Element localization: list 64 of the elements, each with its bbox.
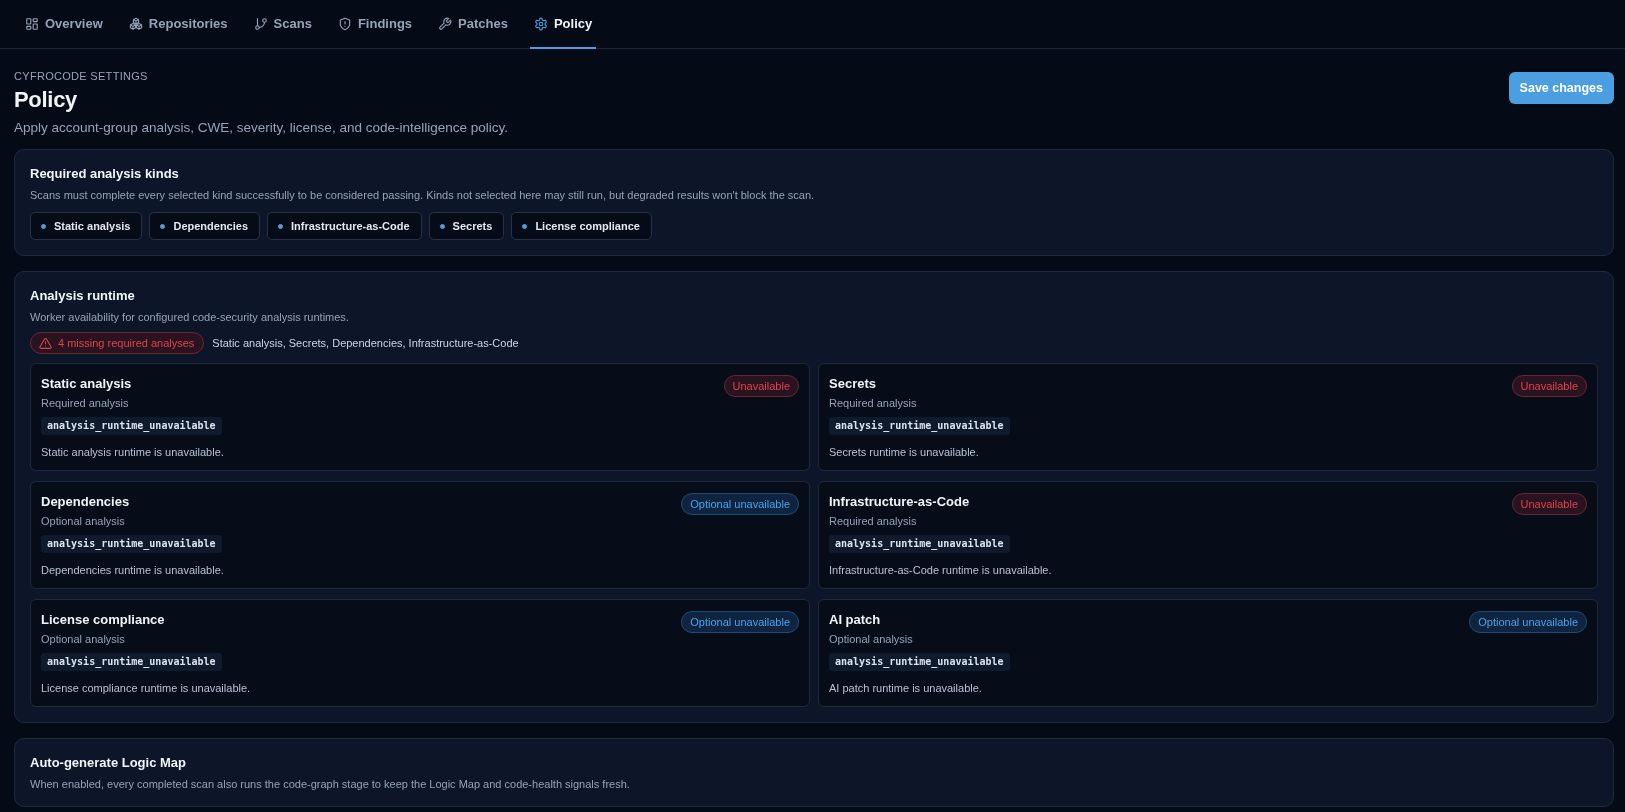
nav-tab[interactable]: Repositories bbox=[124, 0, 232, 49]
analysis-kind-chip[interactable]: Static analysis bbox=[30, 212, 143, 240]
card-description: When enabled, every completed scan also runs the code-graph stage to keep the Logic Map and code-health signals fresh. bbox=[30, 777, 631, 791]
branch-icon bbox=[253, 16, 268, 31]
status-badge: Unavailable bbox=[1511, 375, 1587, 397]
analysis-kind-chip[interactable]: License compliance bbox=[511, 212, 652, 240]
error-code: analysis_runtime_unavailable bbox=[829, 653, 1010, 671]
runtime-message: Static analysis runtime is unavailable. bbox=[41, 445, 225, 460]
error-code: analysis_runtime_unavailable bbox=[41, 653, 222, 671]
nav-tab[interactable]: Patches bbox=[434, 0, 512, 49]
runtime-message: Infrastructure-as-Code runtime is unavailable. bbox=[829, 563, 1053, 578]
status-badge: Unavailable bbox=[1511, 493, 1587, 515]
runtime-requirement: Optional analysis bbox=[41, 632, 126, 647]
analysis-kind-chip[interactable]: Secrets bbox=[428, 212, 505, 240]
warning-triangle-icon bbox=[39, 336, 52, 350]
error-code: analysis_runtime_unavailable bbox=[829, 535, 1010, 553]
dashboard-grid-icon bbox=[25, 16, 39, 31]
card-description: Scans must complete every selected kind successfully to be considered passing. Kinds not selected here may still run, but degraded results won't block the scan. bbox=[30, 188, 816, 202]
runtime-message: Secrets runtime is unavailable. bbox=[829, 445, 980, 460]
error-code: analysis_runtime_unavailable bbox=[41, 535, 222, 553]
card-description: Worker availability for configured code-security analysis runtimes. bbox=[30, 310, 350, 324]
page-subtitle: Apply account-group analysis, CWE, severity, license, and code-intelligence policy. bbox=[14, 120, 508, 135]
cubes-icon bbox=[128, 16, 143, 31]
dot-icon bbox=[41, 223, 46, 229]
nav-tab[interactable]: Policy bbox=[529, 0, 597, 49]
status-badge: Optional unavailable bbox=[681, 493, 799, 515]
nav-tab[interactable]: Findings bbox=[333, 0, 417, 49]
runtime-requirement: Required analysis bbox=[41, 396, 130, 411]
runtime-requirement: Optional analysis bbox=[829, 632, 913, 647]
dot-icon bbox=[278, 223, 284, 229]
shield-alert-icon bbox=[337, 16, 352, 31]
gear-icon bbox=[533, 16, 548, 31]
runtime-name: Secrets bbox=[829, 376, 877, 392]
runtime-name: License compliance bbox=[41, 612, 165, 628]
status-badge: Optional unavailable bbox=[681, 611, 799, 633]
analysis-kind-chip[interactable]: Infrastructure-as-Code bbox=[267, 212, 422, 240]
card-title: Auto-generate Logic Map bbox=[30, 755, 187, 771]
runtime-name: AI patch bbox=[829, 612, 882, 628]
nav-tab[interactable]: Scans bbox=[249, 0, 316, 49]
runtime-requirement: Required analysis bbox=[829, 514, 918, 529]
card-title: Analysis runtime bbox=[30, 288, 136, 304]
runtime-name: Infrastructure-as-Code bbox=[829, 494, 970, 510]
error-code: analysis_runtime_unavailable bbox=[41, 417, 222, 435]
runtime-name: Dependencies bbox=[41, 494, 130, 510]
dot-icon bbox=[522, 223, 528, 229]
page-eyebrow: CYFROCODE SETTINGS bbox=[14, 70, 149, 82]
card-title: Required analysis kinds bbox=[30, 166, 180, 182]
error-code: analysis_runtime_unavailable bbox=[829, 417, 1010, 435]
status-badge: Unavailable bbox=[723, 375, 799, 397]
dot-icon bbox=[160, 223, 166, 229]
runtime-requirement: Optional analysis bbox=[41, 514, 126, 529]
missing-analyses-label: 4 missing required analyses bbox=[58, 337, 195, 349]
missing-analyses-list: Static analysis, Secrets, Dependencies, Infrastructure-as-Code bbox=[212, 337, 519, 349]
nav-tab[interactable]: Overview bbox=[21, 0, 107, 49]
runtime-name: Static analysis bbox=[41, 376, 132, 392]
runtime-message: Dependencies runtime is unavailable. bbox=[41, 563, 225, 578]
status-badge: Optional unavailable bbox=[1469, 611, 1587, 633]
runtime-message: License compliance runtime is unavailable. bbox=[41, 681, 252, 696]
runtime-requirement: Required analysis bbox=[829, 396, 917, 411]
page-title: Policy bbox=[14, 87, 78, 113]
analysis-kind-chip[interactable]: Dependencies bbox=[149, 212, 261, 240]
wrench-icon bbox=[438, 16, 453, 31]
runtime-message: AI patch runtime is unavailable. bbox=[829, 681, 983, 696]
dot-icon bbox=[439, 223, 445, 229]
